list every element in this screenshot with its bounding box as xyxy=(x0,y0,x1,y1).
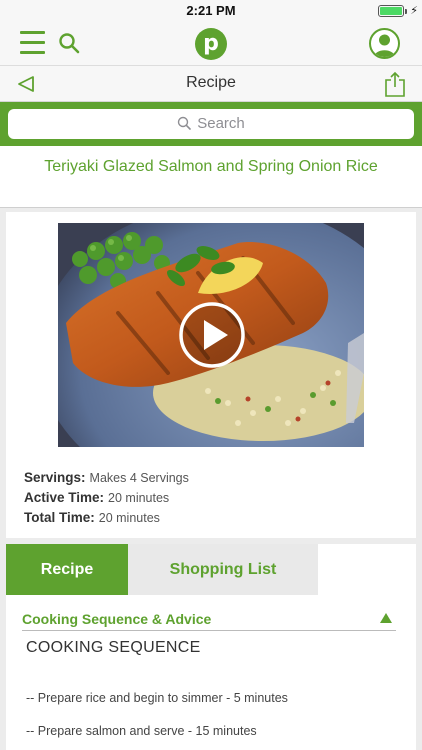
battery-icon xyxy=(378,5,407,17)
sequence-heading: COOKING SEQUENCE xyxy=(26,639,201,656)
active-time-row: Active Time: 20 minutes xyxy=(24,488,189,508)
recipe-title: Teriyaki Glazed Salmon and Spring Onion … xyxy=(44,158,378,175)
logo-icon[interactable]: p xyxy=(195,28,227,60)
total-time-value: 20 minutes xyxy=(98,511,160,525)
servings-label: Servings: xyxy=(24,470,86,485)
section-title: Cooking Sequence & Advice xyxy=(22,611,212,627)
status-time: 2:21 PM xyxy=(186,3,236,18)
total-time-row: Total Time: 20 minutes xyxy=(24,508,189,528)
tab-recipe[interactable]: Recipe xyxy=(6,544,128,595)
cooking-sequence-header[interactable]: Cooking Sequence & Advice xyxy=(22,611,396,631)
servings-row: Servings: Makes 4 Servings xyxy=(24,468,189,488)
tab-shopping-list[interactable]: Shopping List xyxy=(128,544,318,595)
page-title: Recipe xyxy=(186,74,236,91)
recipe-content: Cooking Sequence & Advice COOKING SEQUEN… xyxy=(6,595,416,750)
logo-letter: p xyxy=(203,31,219,56)
active-time-value: 20 minutes xyxy=(108,491,170,505)
share-icon[interactable] xyxy=(384,71,406,97)
tab-bar: Recipe Shopping List xyxy=(6,544,416,595)
status-bar: 2:21 PM ⚡ xyxy=(0,0,422,22)
recipe-video-thumbnail[interactable] xyxy=(58,223,364,447)
recipe-info-card: Servings: Makes 4 Servings Active Time: 20… xyxy=(6,212,416,538)
search-placeholder: Search xyxy=(197,115,245,132)
search-field-icon xyxy=(178,116,192,130)
search-input[interactable]: Search xyxy=(8,109,414,139)
collapse-caret-icon[interactable] xyxy=(380,613,392,623)
search-icon[interactable] xyxy=(58,32,80,54)
total-time-label: Total Time: xyxy=(24,510,95,525)
menu-icon[interactable] xyxy=(20,31,45,55)
recipe-title-section: Teriyaki Glazed Salmon and Spring Onion … xyxy=(0,146,422,208)
active-time-label: Active Time: xyxy=(24,490,105,505)
profile-icon[interactable] xyxy=(369,28,400,59)
step-item: -- Prepare salmon and serve - 15 minutes xyxy=(26,724,257,738)
play-icon[interactable] xyxy=(179,302,245,368)
servings-value: Makes 4 Servings xyxy=(89,471,189,485)
search-band: Search xyxy=(0,102,422,146)
recipe-meta: Servings: Makes 4 Servings Active Time: 20… xyxy=(24,468,189,528)
charging-icon: ⚡ xyxy=(410,5,418,17)
step-item: -- Prepare rice and begin to simmer - 5 … xyxy=(26,691,288,705)
sub-nav: Recipe xyxy=(0,66,422,102)
top-nav: p xyxy=(0,22,422,66)
